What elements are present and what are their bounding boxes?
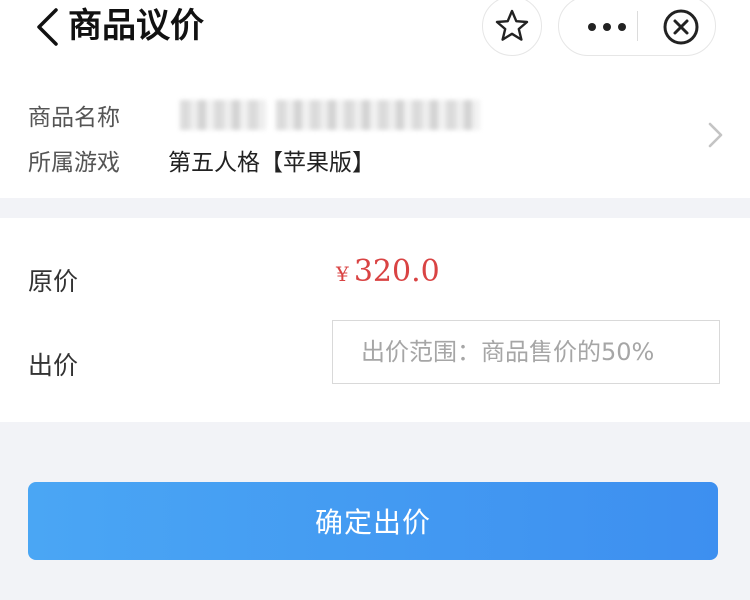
original-price-value: ¥ 320.0 xyxy=(336,254,440,289)
price-card: 原价 ¥ 320.0 出价 xyxy=(0,218,750,422)
product-info-card[interactable]: 商品名称 所属游戏 第五人格【苹果版】 xyxy=(0,58,750,198)
chevron-right-icon xyxy=(708,122,723,148)
currency-symbol: ¥ xyxy=(336,262,349,286)
close-button[interactable] xyxy=(651,0,711,57)
original-price-amount: 320.0 xyxy=(353,254,440,289)
star-icon xyxy=(495,9,529,41)
game-label: 所属游戏 xyxy=(28,150,120,176)
page-title: 商品议价 xyxy=(68,6,204,46)
capsule-divider xyxy=(637,11,638,41)
close-circle-icon xyxy=(663,9,699,45)
product-name-label: 商品名称 xyxy=(28,105,120,131)
confirm-bid-button[interactable]: 确定出价 xyxy=(28,482,718,560)
bid-label: 出价 xyxy=(28,351,79,380)
original-price-label: 原价 xyxy=(28,267,79,296)
chevron-left-icon xyxy=(37,8,58,46)
back-button[interactable] xyxy=(30,6,64,48)
more-button[interactable] xyxy=(577,0,637,57)
bid-price-input[interactable] xyxy=(332,320,720,384)
mini-program-capsule xyxy=(558,0,716,56)
top-nav-bar: 商品议价 xyxy=(0,0,750,58)
product-name-redacted xyxy=(180,100,480,130)
favorite-button[interactable] xyxy=(482,0,542,56)
more-dots-icon xyxy=(588,23,626,31)
game-value: 第五人格【苹果版】 xyxy=(168,150,375,176)
